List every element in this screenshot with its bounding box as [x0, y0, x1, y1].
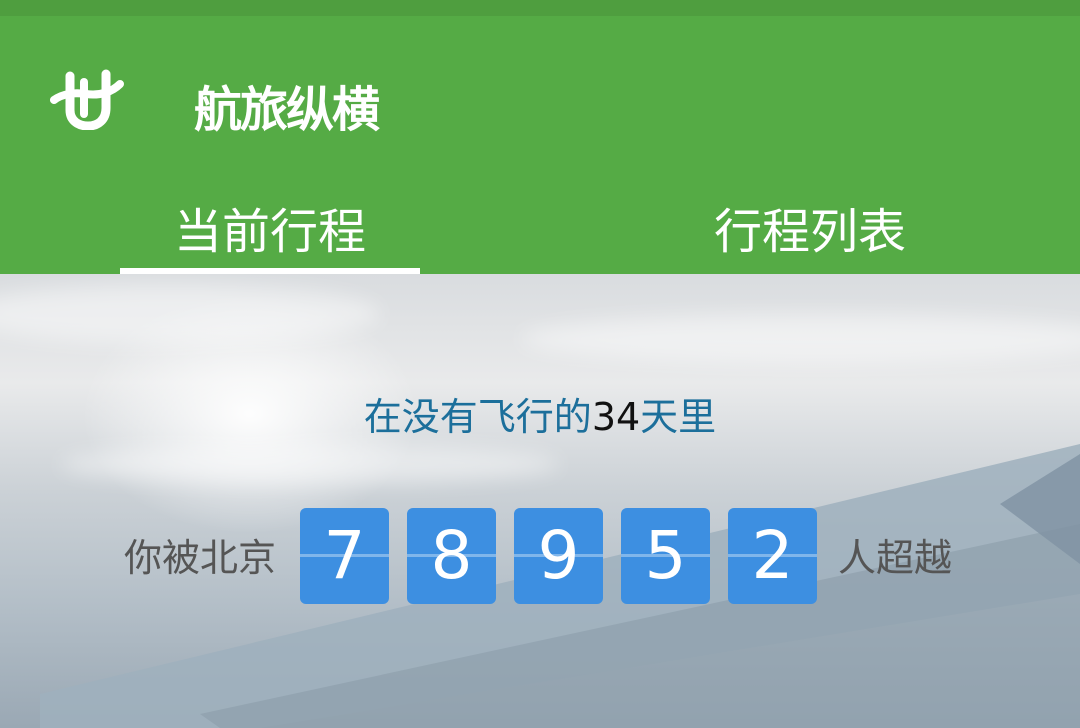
headline-prefix: 在没有飞行的 [363, 395, 592, 439]
surpassed-label-suffix: 人超越 [838, 536, 953, 580]
tab-current-trip[interactable]: 当前行程 [120, 204, 420, 274]
app-header: 航旅纵横 当前行程 行程列表 [0, 16, 1080, 274]
surpassed-label-prefix: 你被北京 [124, 536, 277, 580]
no-flight-days-text: 在没有飞行的34天里 [0, 392, 1080, 442]
app-logo-icon [50, 66, 124, 131]
trip-stats-panel: 在没有飞行的34天里 你被北京 7 8 9 5 2 人超越 [0, 274, 1080, 728]
counter-digit: 5 [621, 508, 710, 604]
counter-digit: 7 [300, 508, 389, 604]
status-bar [0, 0, 1080, 16]
airplane-wing-image [40, 444, 1080, 728]
tab-trip-list[interactable]: 行程列表 [660, 204, 960, 274]
headline-suffix: 天里 [640, 395, 717, 439]
counter-digit: 8 [407, 508, 496, 604]
app-title: 航旅纵横 [194, 82, 380, 138]
days-count: 34 [591, 395, 641, 439]
counter-digit: 2 [728, 508, 817, 604]
counter-digit: 9 [514, 508, 603, 604]
